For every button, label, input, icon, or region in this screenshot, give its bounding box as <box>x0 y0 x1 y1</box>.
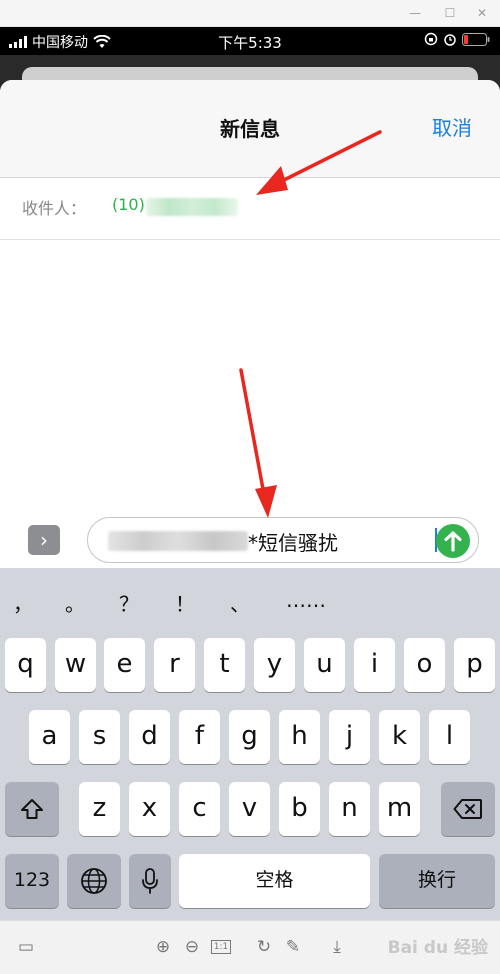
numbers-key[interactable]: 123 <box>5 854 59 908</box>
punctuation-key[interactable]: ？ <box>119 588 139 617</box>
alarm-icon <box>444 34 456 46</box>
battery-icon <box>462 32 490 46</box>
chevron-right-icon: › <box>40 528 48 552</box>
key-b[interactable]: b <box>279 782 320 836</box>
zoom-in-icon[interactable]: ⊕ <box>151 935 175 959</box>
key-n[interactable]: n <box>329 782 370 836</box>
key-h[interactable]: h <box>279 710 320 764</box>
key-i[interactable]: i <box>354 638 395 692</box>
key-f[interactable]: f <box>179 710 220 764</box>
viewer-toolbar: ▭ ⊕ ⊖ 1:1 ↻ ✎ ⤓ Bai du 经验 <box>0 920 500 974</box>
recipient-row[interactable]: 收件人： (10) <box>0 178 500 240</box>
shift-key[interactable] <box>5 782 59 836</box>
key-p[interactable]: p <box>454 638 495 692</box>
key-m[interactable]: m <box>379 782 420 836</box>
keyboard: ， 。 ？ ！ 、 …… q w e r t y u i o p a s d f… <box>0 568 500 920</box>
key-x[interactable]: x <box>129 782 170 836</box>
key-d[interactable]: d <box>129 710 170 764</box>
maximize-icon[interactable]: ☐ <box>440 4 460 22</box>
key-w[interactable]: w <box>55 638 96 692</box>
key-e[interactable]: e <box>104 638 145 692</box>
punctuation-key[interactable]: 。 <box>65 588 85 617</box>
shift-icon <box>21 799 43 819</box>
key-s[interactable]: s <box>79 710 120 764</box>
key-q[interactable]: q <box>5 638 46 692</box>
edit-icon[interactable]: ✎ <box>281 935 305 959</box>
sidebar-icon[interactable]: ▭ <box>14 935 38 959</box>
page-title: 新信息 <box>220 117 280 141</box>
key-u[interactable]: u <box>304 638 345 692</box>
key-k[interactable]: k <box>379 710 420 764</box>
message-text-redacted <box>108 531 248 551</box>
key-y[interactable]: y <box>254 638 295 692</box>
expand-apps-button[interactable]: › <box>28 525 60 555</box>
watermark: Bai du 经验 <box>387 938 488 958</box>
recipient-number-redacted <box>146 198 238 216</box>
backspace-key[interactable] <box>441 782 495 836</box>
space-key[interactable]: 空格 <box>179 854 370 908</box>
globe-key[interactable] <box>67 854 121 908</box>
close-icon[interactable]: ✕ <box>472 4 492 22</box>
key-z[interactable]: z <box>79 782 120 836</box>
return-key[interactable]: 换行 <box>379 854 495 908</box>
phone-status-bar: 中国移动 下午5:33 <box>0 27 500 55</box>
new-message-sheet: 新信息 取消 收件人： (10) › *短信骚扰 <box>0 80 500 568</box>
microphone-icon <box>142 868 158 894</box>
key-g[interactable]: g <box>229 710 270 764</box>
globe-icon <box>81 868 107 894</box>
minimize-icon[interactable]: — <box>405 4 425 22</box>
key-l[interactable]: l <box>429 710 470 764</box>
send-arrow-icon <box>444 531 462 552</box>
punctuation-key[interactable]: 、 <box>230 588 250 617</box>
key-t[interactable]: t <box>204 638 245 692</box>
message-input[interactable]: *短信骚扰 <box>87 517 479 563</box>
key-r[interactable]: r <box>154 638 195 692</box>
backspace-icon <box>453 799 482 819</box>
recipient-label: 收件人： <box>22 199 87 218</box>
cancel-button[interactable]: 取消 <box>432 112 472 141</box>
window-titlebar: — ☐ ✕ <box>0 0 500 27</box>
key-a[interactable]: a <box>29 710 70 764</box>
zoom-out-icon[interactable]: ⊖ <box>180 935 204 959</box>
send-button[interactable] <box>436 524 470 558</box>
recipient-value[interactable]: (10) <box>112 195 145 214</box>
key-j[interactable]: j <box>329 710 370 764</box>
punctuation-key[interactable]: …… <box>286 588 326 612</box>
message-text: *短信骚扰 <box>248 531 338 555</box>
punctuation-key[interactable]: ， <box>13 588 33 617</box>
dictation-key[interactable] <box>129 854 171 908</box>
key-v[interactable]: v <box>229 782 270 836</box>
actual-size-icon[interactable]: 1:1 <box>209 935 233 959</box>
key-o[interactable]: o <box>404 638 445 692</box>
key-c[interactable]: c <box>179 782 220 836</box>
download-icon[interactable]: ⤓ <box>325 935 349 959</box>
rotation-lock-icon <box>424 32 438 46</box>
navigation-bar: 新信息 取消 <box>0 80 500 178</box>
punctuation-key[interactable]: ！ <box>175 588 195 617</box>
rotate-icon[interactable]: ↻ <box>252 935 276 959</box>
